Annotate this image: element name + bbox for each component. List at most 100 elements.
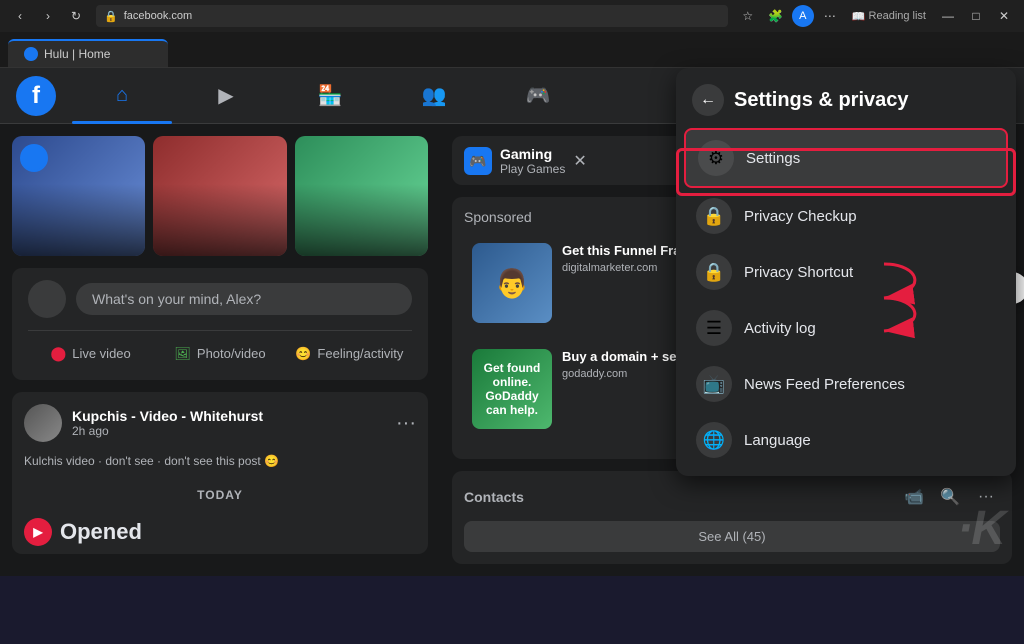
settings-back-btn[interactable]: ← bbox=[692, 84, 724, 116]
opened-label: ▶ Opened bbox=[12, 510, 428, 554]
facebook-feed: › What's on your mind, Alex? ⬤ Live vide… bbox=[0, 124, 440, 576]
address-url: facebook.com bbox=[124, 10, 192, 22]
settings-panel: ← Settings & privacy ⚙ Settings 🔒 Privac… bbox=[676, 68, 1016, 476]
ad-thumb-2: Get found online. GoDaddy can help. bbox=[472, 349, 552, 429]
browser-refresh-btn[interactable]: ↻ bbox=[64, 4, 88, 28]
story-avatar-1 bbox=[20, 144, 48, 172]
post-name-1: Kupchis - Video - Whitehurst bbox=[72, 408, 386, 424]
settings-label-privacy-shortcut: Privacy Shortcut bbox=[744, 264, 853, 281]
settings-item-activity-log[interactable]: ☰ Activity log bbox=[684, 300, 1008, 356]
gaming-title: Gaming bbox=[500, 146, 565, 162]
post-header-1: Kupchis - Video - Whitehurst 2h ago ··· bbox=[12, 392, 428, 454]
tab-label: Hulu | Home bbox=[44, 47, 110, 61]
nav-tab-groups[interactable]: 👥 bbox=[384, 72, 484, 120]
settings-items-list: ⚙ Settings 🔒 Privacy Checkup 🔒 Privacy S… bbox=[676, 124, 1016, 476]
settings-label-privacy-checkup: Privacy Checkup bbox=[744, 208, 857, 225]
reading-list-btn[interactable]: 📖 Reading list bbox=[846, 8, 932, 25]
privacy-checkup-icon: 🔒 bbox=[696, 198, 732, 234]
opened-text: Opened bbox=[60, 519, 142, 545]
tab-favicon bbox=[24, 47, 38, 61]
browser-forward-btn[interactable]: › bbox=[36, 4, 60, 28]
browser-controls: ‹ › ↻ bbox=[8, 4, 88, 28]
see-all-label: See All (45) bbox=[698, 529, 765, 544]
settings-label-activity-log: Activity log bbox=[744, 320, 816, 337]
post-more-btn-1[interactable]: ··· bbox=[396, 412, 416, 435]
nav-tab-watch[interactable]: ▶ bbox=[176, 72, 276, 120]
post-card-1: Kupchis - Video - Whitehurst 2h ago ··· … bbox=[12, 392, 428, 554]
live-video-btn[interactable]: ⬤ Live video bbox=[28, 339, 153, 368]
create-post-avatar bbox=[28, 280, 66, 318]
today-label: TODAY bbox=[12, 480, 428, 510]
browser-chrome: ‹ › ↻ 🔒 facebook.com ☆ 🧩 A ⋯ 📖 Reading l… bbox=[0, 0, 1024, 32]
minimize-btn[interactable]: — bbox=[936, 4, 960, 28]
settings-item-news-feed[interactable]: 📺 News Feed Preferences bbox=[684, 356, 1008, 412]
contacts-panel: Contacts 📹 🔍 ··· See All (45) bbox=[452, 471, 1012, 564]
create-post-top: What's on your mind, Alex? bbox=[28, 280, 412, 318]
ad-thumb-1: 👨 bbox=[472, 243, 552, 323]
contacts-video-btn[interactable]: 📹 bbox=[900, 483, 928, 511]
settings-item-privacy-checkup[interactable]: 🔒 Privacy Checkup bbox=[684, 188, 1008, 244]
photo-icon: 🖼 bbox=[174, 346, 191, 362]
contacts-search-btn[interactable]: 🔍 bbox=[936, 483, 964, 511]
settings-label-settings: Settings bbox=[746, 150, 800, 167]
photo-video-btn[interactable]: 🖼 Photo/video bbox=[157, 339, 282, 368]
live-video-label: Live video bbox=[72, 346, 131, 361]
facebook-logo: f bbox=[16, 76, 56, 116]
play-icon: ▶ bbox=[24, 518, 52, 546]
settings-panel-title: Settings & privacy bbox=[734, 89, 909, 112]
browser-profile-btn[interactable]: A bbox=[792, 5, 814, 27]
feeling-icon: 😊 bbox=[295, 346, 311, 362]
feeling-label: Feeling/activity bbox=[317, 346, 403, 361]
active-tab[interactable]: Hulu | Home bbox=[8, 39, 168, 67]
contacts-header: Contacts 📹 🔍 ··· bbox=[464, 483, 1000, 511]
settings-label-news-feed: News Feed Preferences bbox=[744, 376, 905, 393]
facebook-nav-tabs: ⌂ ▶ 🏪 👥 🎮 bbox=[72, 72, 588, 120]
post-text-1: Kulchis video · don't see · don't see th… bbox=[12, 454, 428, 480]
story-gradient-2 bbox=[153, 136, 286, 256]
nav-tab-gaming[interactable]: 🎮 bbox=[488, 72, 588, 120]
settings-item-settings[interactable]: ⚙ Settings bbox=[684, 128, 1008, 188]
settings-gear-icon: ⚙ bbox=[698, 140, 734, 176]
create-post-actions: ⬤ Live video 🖼 Photo/video 😊 Feeling/act… bbox=[28, 330, 412, 368]
browser-menu-btn[interactable]: ⋯ bbox=[818, 4, 842, 28]
stories-row: › bbox=[12, 136, 428, 256]
browser-star-btn[interactable]: ☆ bbox=[736, 4, 760, 28]
news-feed-icon: 📺 bbox=[696, 366, 732, 402]
settings-header: ← Settings & privacy bbox=[676, 68, 1016, 124]
story-card-3[interactable] bbox=[295, 136, 428, 256]
settings-item-language[interactable]: 🌐 Language bbox=[684, 412, 1008, 468]
post-info-1: Kupchis - Video - Whitehurst 2h ago bbox=[72, 408, 386, 438]
create-post-box: What's on your mind, Alex? ⬤ Live video … bbox=[12, 268, 428, 380]
settings-label-language: Language bbox=[744, 432, 811, 449]
privacy-shortcut-icon: 🔒 bbox=[696, 254, 732, 290]
contacts-title: Contacts bbox=[464, 489, 900, 505]
feeling-btn[interactable]: 😊 Feeling/activity bbox=[287, 339, 412, 368]
activity-log-icon: ☰ bbox=[696, 310, 732, 346]
contacts-icons: 📹 🔍 ··· bbox=[900, 483, 1000, 511]
nav-tab-home[interactable]: ⌂ bbox=[72, 72, 172, 120]
story-card-1[interactable] bbox=[12, 136, 145, 256]
see-all-contacts-btn[interactable]: See All (45) bbox=[464, 521, 1000, 552]
browser-extensions-btn[interactable]: 🧩 bbox=[764, 4, 788, 28]
story-card-2[interactable] bbox=[153, 136, 286, 256]
tab-bar: Hulu | Home bbox=[0, 32, 1024, 68]
browser-back-btn[interactable]: ‹ bbox=[8, 4, 32, 28]
browser-right-controls: ☆ 🧩 A ⋯ 📖 Reading list — □ ✕ bbox=[736, 4, 1016, 28]
post-time-1: 2h ago bbox=[72, 424, 386, 438]
language-icon: 🌐 bbox=[696, 422, 732, 458]
gaming-subtitle: Play Games bbox=[500, 162, 565, 176]
create-post-input[interactable]: What's on your mind, Alex? bbox=[76, 283, 412, 315]
nav-tab-marketplace[interactable]: 🏪 bbox=[280, 72, 380, 120]
close-btn[interactable]: ✕ bbox=[992, 4, 1016, 28]
live-video-icon: ⬤ bbox=[51, 345, 67, 362]
gaming-title-block: Gaming Play Games bbox=[500, 146, 565, 176]
story-gradient-3 bbox=[295, 136, 428, 256]
maximize-btn[interactable]: □ bbox=[964, 4, 988, 28]
gaming-close-btn[interactable]: ✕ bbox=[573, 151, 586, 171]
settings-item-privacy-shortcut[interactable]: 🔒 Privacy Shortcut bbox=[684, 244, 1008, 300]
contacts-more-btn[interactable]: ··· bbox=[972, 483, 1000, 511]
address-bar[interactable]: 🔒 facebook.com bbox=[96, 5, 728, 27]
post-avatar-1 bbox=[24, 404, 62, 442]
photo-video-label: Photo/video bbox=[197, 346, 266, 361]
gaming-icon: 🎮 bbox=[464, 147, 492, 175]
